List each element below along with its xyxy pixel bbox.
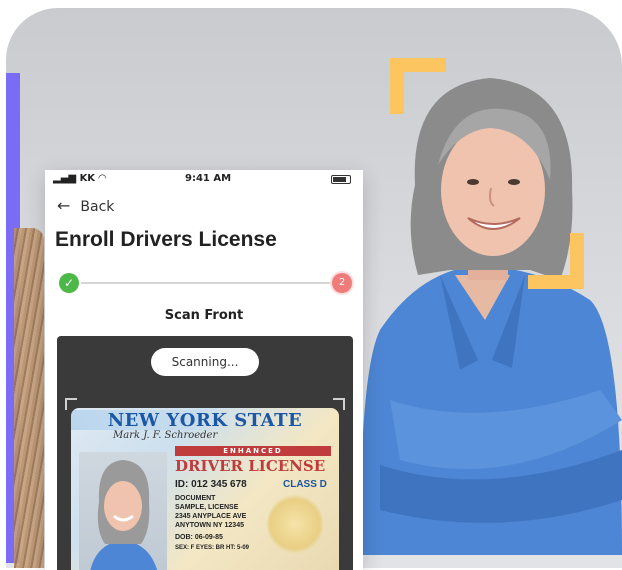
scan-corner-bottom-right-vertical [570,233,584,289]
signal-icon: ▂▄▆ [53,173,80,184]
scanning-status-pill: Scanning... [151,348,259,376]
license-doc-type: DRIVER LICENSE [175,457,326,475]
status-bar: ▂▄▆ KK ◠ 9:41 AM [45,170,363,188]
arrow-left-icon: ← [57,196,71,215]
license-line: SEX: F EYES: BR HT: 5-09 [175,545,250,551]
license-line: ANYTOWN NY 12345 [175,522,244,529]
back-button[interactable]: ← Back [57,196,114,215]
step-current-indicator: 2 [332,273,352,293]
scan-corner-top-left-vertical [390,58,404,114]
license-line: 2345 ANYPLACE AVE [175,513,247,520]
license-line: SAMPLE, LICENSE [175,504,239,511]
pampas-grass-decoration [14,228,44,568]
license-photo [79,452,167,570]
carrier-name: KK [79,173,96,184]
frame-corner-right-v [343,398,345,410]
progress-track [81,282,333,284]
state-seal-hologram [267,494,323,554]
license-state: NEW YORK STATE [107,410,303,431]
license-line: DOB: 06-09-85 [175,534,223,541]
back-label: Back [80,199,115,215]
commissioner-signature: Mark J. F. Schroeder [113,430,218,441]
license-id-number: ID: 012 345 678 [175,479,247,490]
carrier-label: ▂▄▆ KK ◠ [53,173,106,184]
license-portrait [90,460,158,570]
license-enhanced-banner: ENHANCED [175,446,331,456]
page-title: Enroll Drivers License [55,228,277,251]
frame-corner-left-v [65,398,67,410]
drivers-license-card: NEW YORK STATE Mark J. F. Schroeder ENHA… [71,408,339,570]
scan-section-label: Scan Front [164,308,244,323]
battery-icon [331,175,351,184]
woman-portrait-illustration [360,78,622,555]
phone-screen: ▂▄▆ KK ◠ 9:41 AM ← Back Enroll Drivers Li… [45,170,363,570]
status-time: 9:41 AM [185,173,232,184]
license-class: CLASS D [283,479,327,490]
camera-viewfinder: Scanning... NEW YORK STATE Mark J. F. Sc… [57,336,353,570]
license-line: DOCUMENT [175,495,216,502]
step-complete-check-icon: ✓ [59,273,79,293]
wifi-icon: ◠ [95,173,107,184]
